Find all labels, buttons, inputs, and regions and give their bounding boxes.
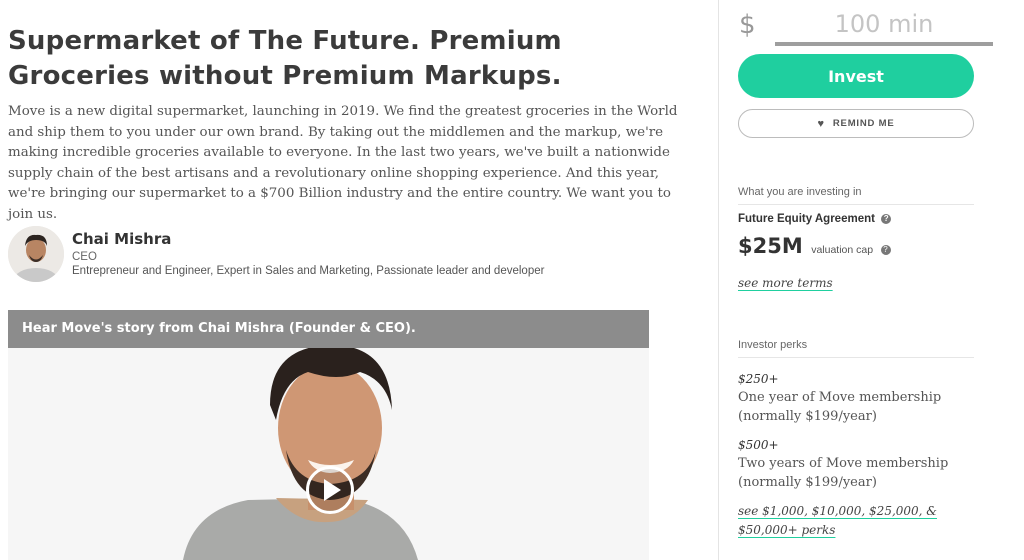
invest-button[interactable]: Invest (738, 54, 974, 98)
remind-me-button[interactable]: ♥ REMIND ME (738, 109, 974, 138)
play-icon[interactable] (306, 466, 354, 514)
perk-amount: $250+ (738, 372, 779, 386)
perks-heading: Investor perks (738, 339, 974, 358)
founder-portrait-image (8, 226, 64, 282)
investment-amount-input[interactable] (775, 6, 993, 46)
perk-item: $500+ Two years of Move membership (norm… (738, 436, 974, 492)
more-perks-link[interactable]: see $1,000, $10,000, $25,000, & $50,000+… (738, 502, 974, 540)
valuation-amount: $25M (738, 234, 803, 258)
help-icon[interactable]: ? (881, 214, 892, 224)
instrument-name: Future Equity Agreement ? (738, 213, 892, 225)
perk-description: One year of Move membership (normally $1… (738, 390, 942, 424)
instrument-label: Future Equity Agreement (738, 213, 875, 225)
invest-sidebar: $ Invest ♥ REMIND ME What you are invest… (718, 0, 1024, 560)
amount-row: $ (739, 6, 993, 46)
perk-description: Two years of Move membership (normally $… (738, 456, 949, 490)
help-icon[interactable]: ? (880, 245, 891, 255)
heart-icon: ♥ (817, 117, 825, 130)
campaign-main: Supermarket of The Future. Premium Groce… (0, 0, 718, 560)
remind-me-label: REMIND ME (832, 118, 895, 129)
see-more-terms-link[interactable]: see more terms (738, 276, 833, 290)
perk-item: $250+ One year of Move membership (norma… (738, 370, 974, 426)
perk-amount: $500+ (738, 438, 779, 452)
founder-name: Chai Mishra (72, 230, 172, 248)
investing-heading: What you are investing in (738, 186, 974, 205)
valuation-cap: $25M valuation cap ? (738, 234, 891, 258)
founder-bio: Entrepreneur and Engineer, Expert in Sal… (72, 265, 545, 277)
video-caption: Hear Move's story from Chai Mishra (Foun… (8, 310, 649, 348)
currency-symbol: $ (739, 10, 756, 40)
page-title: Supermarket of The Future. Premium Groce… (8, 26, 562, 91)
founder-avatar (8, 226, 64, 282)
valuation-caption: valuation cap (811, 244, 874, 256)
founder-role: CEO (72, 251, 97, 263)
founder-video[interactable]: Hear Move's story from Chai Mishra (Foun… (8, 310, 649, 560)
company-description: Move is a new digital supermarket, launc… (8, 104, 678, 222)
founder-card: Chai Mishra CEO Entrepreneur and Enginee… (8, 226, 708, 286)
